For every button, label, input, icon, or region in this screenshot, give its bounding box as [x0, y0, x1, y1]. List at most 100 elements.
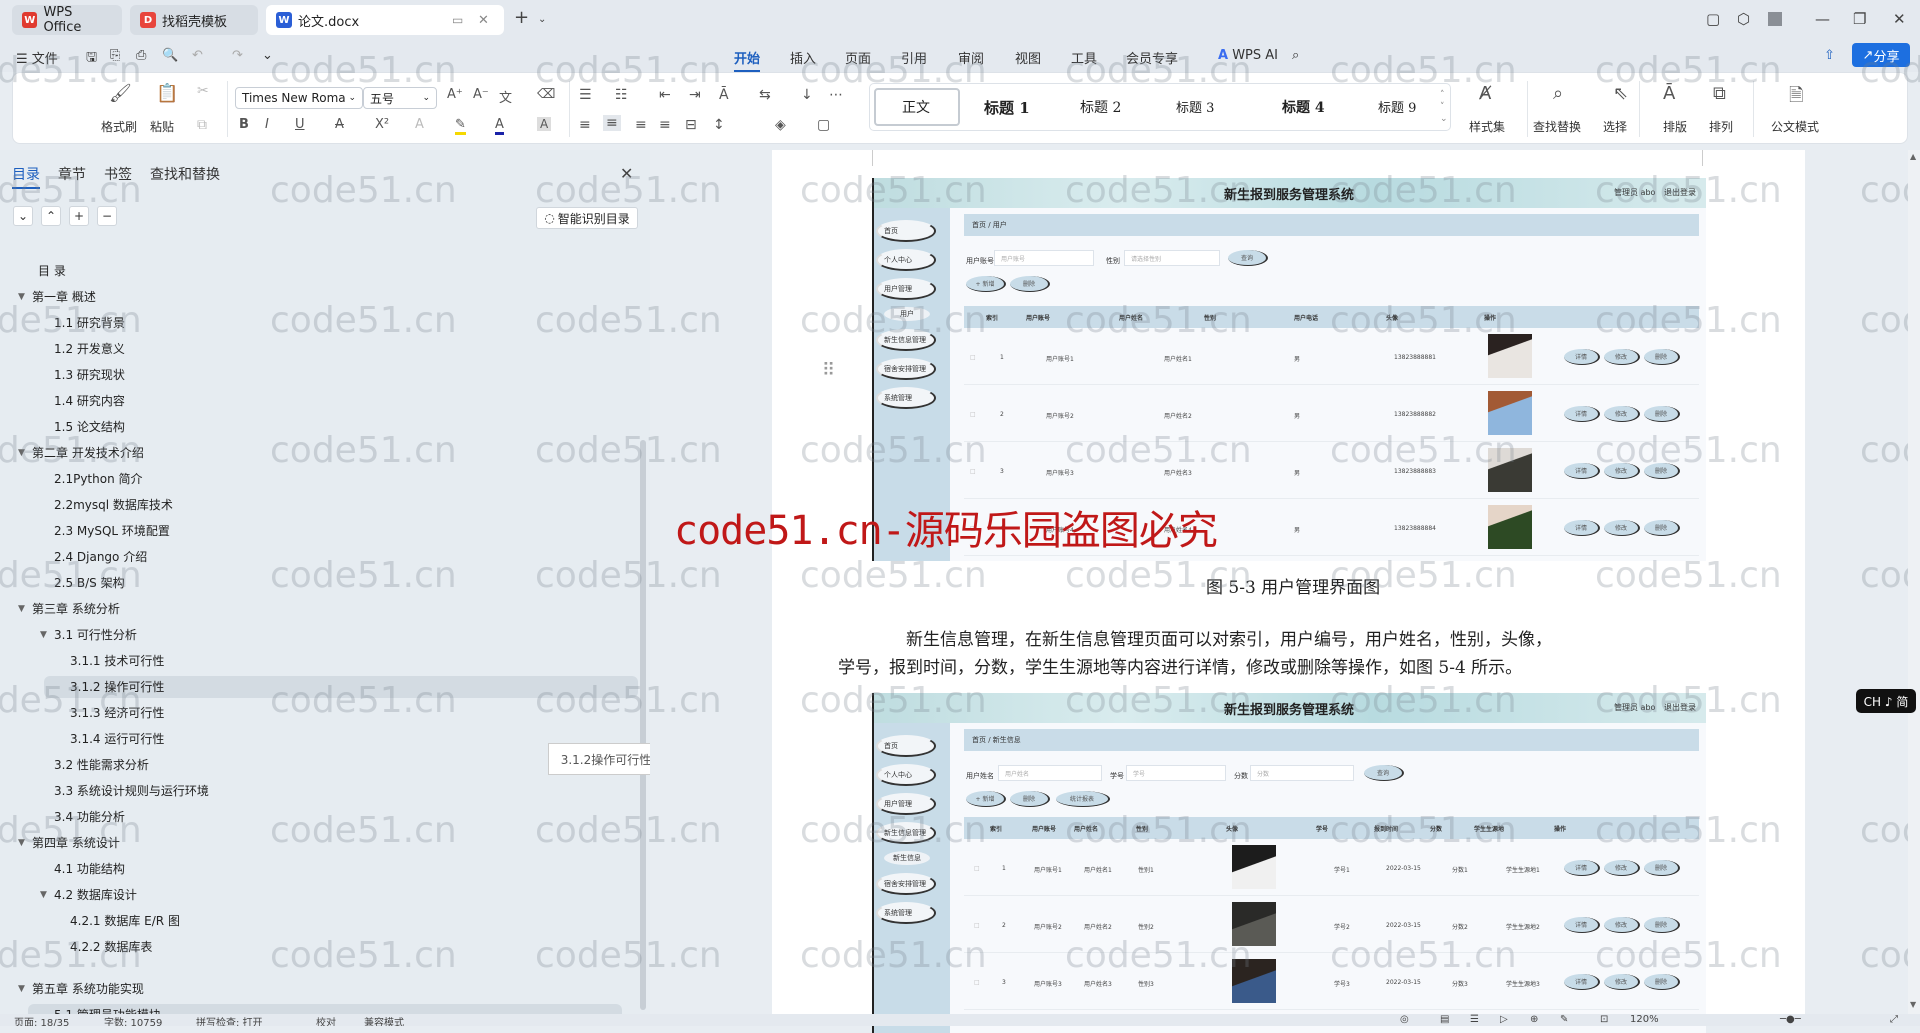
toc-item[interactable]: 1.5 论文结构 — [54, 416, 125, 438]
toc-item[interactable]: 2.3 MySQL 环境配置 — [54, 520, 170, 542]
text-direction-icon[interactable]: Ā — [719, 87, 729, 103]
char-shading-icon[interactable]: A — [537, 117, 552, 131]
caret-down-icon[interactable]: ▼ — [18, 604, 25, 614]
toc-item[interactable]: 4.2.2 数据库表 — [70, 936, 152, 958]
caret-down-icon[interactable]: ▼ — [18, 292, 25, 302]
toc-item[interactable]: 3.2 性能需求分析 — [54, 754, 149, 776]
caret-down-icon[interactable]: ▼ — [40, 630, 47, 640]
toc-item[interactable]: 第四章 系统设计 — [32, 832, 120, 854]
align-right-icon[interactable]: ≡ — [635, 117, 647, 133]
collapse-up-button[interactable]: ⌃ — [41, 206, 61, 226]
outline-view-icon[interactable]: ☰ — [1470, 1014, 1479, 1025]
style-scroll-down-icon[interactable]: ˅ — [1440, 102, 1445, 112]
fit-page-icon[interactable]: ⊡ — [1600, 1014, 1608, 1025]
close-window-icon[interactable]: ✕ — [1893, 10, 1906, 28]
menu-tab-tools[interactable]: 工具 — [1071, 48, 1097, 67]
toc-item[interactable]: 1.3 研究现状 — [54, 364, 125, 386]
tab-thesis-docx[interactable]: W 论文.docx ▭ ✕ — [266, 5, 504, 35]
share-button[interactable]: ↗ 分享 — [1852, 43, 1910, 67]
scroll-up-icon[interactable]: ▲ — [1910, 152, 1916, 161]
align-left-icon[interactable]: ≡ — [579, 117, 591, 133]
toc-item[interactable]: 4.2.1 数据库 E/R 图 — [70, 910, 180, 932]
page-view-icon[interactable]: ▤ — [1440, 1014, 1449, 1025]
copy-icon[interactable]: ⧉ — [197, 117, 207, 133]
cube-icon[interactable]: ⬡ — [1737, 10, 1750, 28]
toc-item[interactable]: 1.1 研究背景 — [54, 312, 125, 334]
restore-icon[interactable]: ❐ — [1853, 10, 1866, 28]
write-mode-icon[interactable]: ✎ — [1560, 1014, 1568, 1025]
nav-tab-chapters[interactable]: 章节 — [58, 164, 86, 184]
style-scroll-up-icon[interactable]: ˄ — [1440, 90, 1445, 100]
close-pane-icon[interactable]: ✕ — [620, 164, 633, 183]
tab-docer-templates[interactable]: D 找稻壳模板 — [130, 5, 258, 35]
font-size-select[interactable]: 五号 ⌄ — [363, 87, 437, 109]
decrease-indent-icon[interactable]: ⇤ — [659, 87, 671, 103]
paste-button[interactable]: 粘贴 — [150, 118, 174, 135]
zoom-slider[interactable]: ─●─ — [1780, 1014, 1801, 1025]
toc-item[interactable]: 第一章 概述 — [32, 286, 96, 308]
official-mode-button[interactable]: 公文模式 — [1771, 118, 1819, 135]
style-heading-9[interactable]: 标题 9 — [1378, 97, 1416, 116]
style-heading-3[interactable]: 标题 3 — [1176, 97, 1214, 116]
style-heading-2[interactable]: 标题 2 — [1080, 97, 1121, 117]
web-view-icon[interactable]: ⊕ — [1530, 1014, 1538, 1025]
word-count[interactable]: 字数: 10759 — [104, 1014, 162, 1026]
caret-down-icon[interactable]: ▼ — [18, 984, 25, 994]
toc-item[interactable]: 2.5 B/S 架构 — [54, 572, 125, 594]
justify-icon[interactable]: ≡ — [659, 117, 671, 133]
menu-tab-insert[interactable]: 插入 — [790, 48, 816, 67]
toc-item[interactable]: 第二章 开发技术介绍 — [32, 442, 144, 464]
reading-mode-icon[interactable]: ▷ — [1500, 1014, 1508, 1025]
align-center-icon[interactable]: ≡ — [603, 115, 621, 131]
tab-close-icon[interactable]: ✕ — [478, 13, 489, 28]
bold-icon[interactable]: B — [239, 117, 249, 132]
toc-item[interactable]: 4.2 数据库设计 — [54, 884, 137, 906]
increase-indent-icon[interactable]: ⇥ — [689, 87, 701, 103]
caret-down-icon[interactable]: ▼ — [18, 838, 25, 848]
show-marks-icon[interactable]: ⋯ — [829, 87, 843, 103]
add-heading-button[interactable]: + — [69, 206, 89, 226]
page-count[interactable]: 页面: 18/35 — [14, 1014, 69, 1026]
toc-item[interactable]: 目 录 — [38, 260, 66, 282]
nav-tab-toc[interactable]: 目录 — [12, 164, 40, 189]
save-icon[interactable]: 🖫 — [86, 48, 97, 70]
minimize-icon[interactable]: — — [1815, 10, 1830, 28]
menu-tab-page[interactable]: 页面 — [845, 48, 871, 67]
print-preview-icon[interactable]: 🔍 — [162, 48, 178, 63]
toc-item[interactable]: 3.1.2 操作可行性 — [44, 676, 638, 698]
style-expand-icon[interactable]: ⌄ — [1440, 114, 1448, 124]
toc-item[interactable]: 3.1.1 技术可行性 — [70, 650, 164, 672]
cloud-upload-icon[interactable]: ⇧ — [1824, 48, 1835, 63]
toc-item[interactable]: 2.4 Django 介绍 — [54, 546, 147, 568]
style-heading-4[interactable]: 标题 4 — [1282, 97, 1325, 117]
window-layout-icon[interactable]: ▢ — [1706, 10, 1720, 28]
menu-tab-membership[interactable]: 会员专享 — [1126, 48, 1178, 67]
toc-item[interactable]: 3.4 功能分析 — [54, 806, 125, 828]
toc-item[interactable]: 1.2 开发意义 — [54, 338, 125, 360]
underline-icon[interactable]: U — [295, 117, 305, 132]
text-effect-icon[interactable]: A — [415, 117, 424, 132]
phonetic-guide-icon[interactable]: 文 — [499, 87, 512, 106]
style-set-button[interactable]: 样式集 — [1469, 118, 1505, 135]
document-scrollbar[interactable]: ▲ ▼ — [1908, 150, 1920, 1014]
numbering-icon[interactable]: ☷ — [615, 87, 628, 103]
select-button[interactable]: 选择 — [1603, 118, 1627, 135]
line-break-icon[interactable]: ⇆ — [759, 87, 771, 103]
pane-scrollbar[interactable] — [640, 440, 646, 1010]
menu-tab-view[interactable]: 视图 — [1015, 48, 1041, 67]
new-tab-button[interactable]: + — [514, 7, 529, 28]
tab-wps-office[interactable]: W WPS Office — [12, 5, 122, 35]
clear-format-icon[interactable]: ⌫ — [537, 87, 555, 102]
toc-item[interactable]: 3.1.3 经济可行性 — [70, 702, 164, 724]
cut-icon[interactable]: ✂ — [197, 83, 209, 99]
undo-icon[interactable]: ↶ — [192, 48, 203, 63]
toc-item[interactable]: 2.2mysql 数据库技术 — [54, 494, 173, 516]
format-painter-button[interactable]: 格式刷 — [101, 118, 137, 135]
font-name-select[interactable]: Times New Roma ⌄ — [235, 87, 363, 109]
focus-mode-icon[interactable]: ◎ — [1400, 1014, 1409, 1025]
arrange-button[interactable]: 排列 — [1709, 118, 1733, 135]
toc-item[interactable]: 3.1.4 运行可行性 — [70, 728, 164, 750]
caret-down-icon[interactable]: ▼ — [40, 890, 47, 900]
drag-handle-icon[interactable]: ⠿ — [822, 360, 835, 381]
quick-access-chevron-icon[interactable]: ⌄ — [262, 48, 273, 63]
